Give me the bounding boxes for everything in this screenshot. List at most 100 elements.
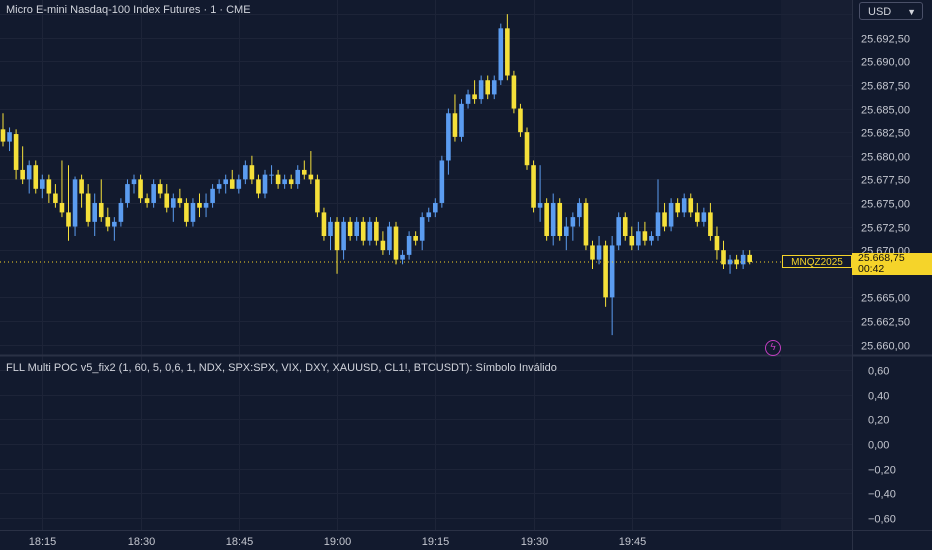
candle-body [269,174,274,176]
indicator-tick-label: −0,60 [868,514,896,526]
candle-body [171,198,176,208]
candle [439,155,445,208]
time-tick-label: 19:15 [422,536,450,548]
candle [354,217,359,241]
candles[interactable] [0,14,752,336]
candle [131,174,137,194]
candle-body [505,28,510,76]
candle-body [295,169,301,185]
candle-body [125,184,130,203]
candle-body [740,254,746,265]
candle [302,160,307,180]
candle [570,212,576,241]
candle [478,75,484,104]
candle-body [0,129,6,142]
candle-body [413,236,418,241]
candle-body [46,179,52,194]
candle [740,250,746,270]
candle-body [465,94,471,104]
candle [144,193,150,208]
candle-body [354,221,359,236]
indicator-title[interactable]: FLL Multi POC v5_fix2 (1, 60, 5, 0,6, 1,… [6,362,557,374]
currency-button[interactable]: USD ▼ [859,2,923,20]
candle [419,212,425,251]
price-tick-label: 25.662,50 [861,317,910,329]
candle-body [511,75,517,109]
candle-body [649,236,654,241]
price-axis[interactable]: 25.695,0025.692,5025.690,0025.687,5025.6… [861,10,910,353]
candle-body [675,202,680,213]
candle [413,231,418,246]
candle [636,221,641,251]
candle [603,240,608,307]
candle [171,193,176,222]
flash-icon[interactable]: ϟ [765,340,781,356]
candle [269,165,274,185]
candle [118,198,124,227]
candle-body [596,245,602,260]
candle [157,179,163,199]
candle-body [184,202,189,222]
chevron-down-icon: ▼ [907,7,916,17]
candle-body [131,179,137,185]
candle [616,212,621,251]
candle-body [334,221,340,251]
candle-body [288,179,294,185]
candle [59,160,65,218]
candle [505,14,510,81]
candle-body [72,179,78,227]
candle [577,198,582,227]
candle [629,226,635,251]
candle [524,127,530,170]
candle [380,231,386,255]
candle-body [203,202,209,208]
candle-body [112,221,117,227]
candle [79,174,84,208]
candle [642,221,648,246]
candle-body [439,160,445,203]
candle-body [216,184,222,189]
candle-body [406,236,412,255]
candle [459,99,464,142]
candle-body [622,217,628,236]
candle-body [590,245,595,260]
candle [295,165,301,189]
candle-body [66,212,71,227]
candle [216,179,222,194]
candle [190,198,196,227]
chart-canvas[interactable]: 25.695,0025.692,5025.690,0025.687,5025.6… [0,0,932,550]
candle [275,169,281,189]
candle [583,198,589,251]
candle-body [721,250,726,265]
candle-body [210,188,215,203]
candle [557,198,563,241]
currency-label: USD [868,6,892,18]
candle-body [190,202,196,222]
candle-body [79,179,84,194]
time-axis[interactable]: 18:15 18:30 18:45 19:00 19:15 19:30 19:45 [29,536,647,548]
candle-body [668,202,674,227]
candle [446,108,451,175]
grid [0,0,852,530]
price-tick-label: 25.672,50 [861,223,910,235]
candle [609,236,615,336]
candle [695,202,700,227]
candle-body [433,202,438,213]
candle [550,193,556,246]
candle [229,169,235,189]
candle [491,75,497,100]
indicator-axis[interactable]: 0,60 0,40 0,20 0,00 −0,20 −0,40 −0,60 [868,366,896,526]
price-tick-label: 25.692,50 [861,34,910,46]
candle-body [557,202,563,236]
candle-body [367,221,373,241]
candle-body [347,221,353,236]
candle [223,174,228,194]
candle [675,198,680,218]
candle [33,160,39,194]
candle [655,179,661,241]
candle-body [302,169,307,175]
candle-body [308,174,314,180]
candle-body [40,179,45,189]
candle [334,217,340,274]
time-tick-label: 19:30 [521,536,549,548]
